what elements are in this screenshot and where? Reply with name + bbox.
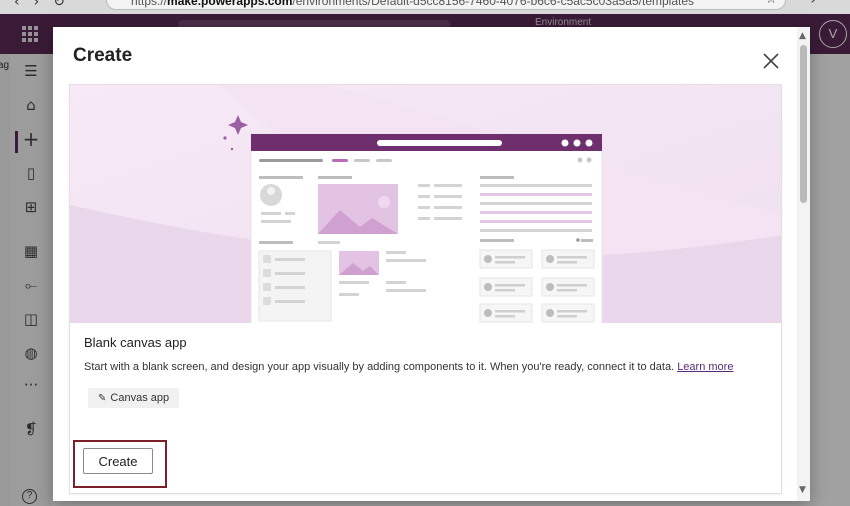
create-button[interactable]: Create <box>83 448 153 474</box>
tag-label: Canvas app <box>110 392 170 404</box>
browser-toolbar: ‹›↻ https://make.powerapps.com/environme… <box>0 0 850 14</box>
scroll-up-icon[interactable]: ▲ <box>799 31 806 41</box>
card-title: Blank canvas app <box>84 335 187 350</box>
description-text: Start with a blank screen, and design yo… <box>84 361 675 373</box>
dialog-scrollbar[interactable]: ▲ ▼ <box>797 27 810 501</box>
address-bar[interactable]: https://make.powerapps.com/environments/… <box>106 0 786 10</box>
url-text: https://make.powerapps.com/environments/… <box>131 0 695 8</box>
scroll-down-icon[interactable]: ▼ <box>799 485 806 495</box>
scroll-thumb[interactable] <box>800 45 807 203</box>
blank-canvas-app-card[interactable]: Blank canvas app Start with a blank scre… <box>69 84 782 494</box>
close-icon[interactable] <box>759 49 783 73</box>
star-icon[interactable]: ☆ <box>765 0 777 7</box>
canvas-app-tag: ✎ Canvas app <box>88 388 180 408</box>
dialog-title: Create <box>73 45 133 66</box>
browser-nav-icons[interactable]: ‹›↻ <box>14 0 79 10</box>
create-dialog: Create ▲ ▼ Blank canvas app Start with a… <box>53 27 810 501</box>
pencil-icon: ✎ <box>98 393 107 404</box>
hero-illustration <box>70 85 781 323</box>
browser-menu-icon[interactable]: › <box>810 0 816 8</box>
learn-more-link[interactable]: Learn more <box>677 361 733 373</box>
card-description: Start with a blank screen, and design yo… <box>84 361 733 373</box>
